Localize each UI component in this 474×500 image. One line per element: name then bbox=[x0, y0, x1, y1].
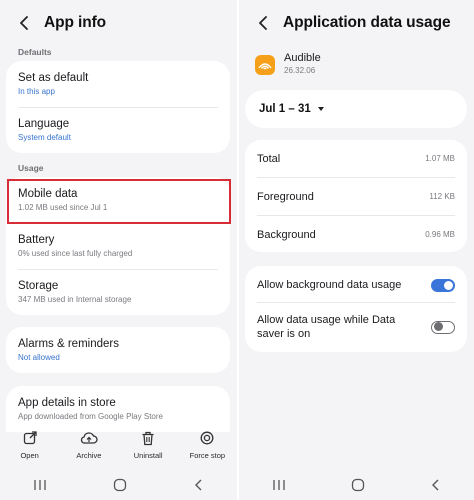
language-subtitle: System default bbox=[18, 133, 71, 142]
date-range-label: Jul 1 – 31 bbox=[259, 103, 311, 115]
data-permissions-card: Allow background data usage Allow data u… bbox=[245, 266, 467, 352]
force-stop-button[interactable]: Force stop bbox=[179, 430, 235, 466]
storage-title: Storage bbox=[18, 280, 59, 292]
total-usage-row: Total 1.07 MB bbox=[245, 140, 467, 177]
app-info-header: App info bbox=[0, 10, 237, 36]
dropdown-caret-icon bbox=[317, 107, 324, 111]
background-value: 0.96 MB bbox=[425, 230, 455, 239]
set-as-default-subtitle: In this app bbox=[18, 87, 55, 96]
total-label: Total bbox=[257, 152, 281, 165]
archive-button[interactable]: Archive bbox=[61, 430, 117, 466]
recent-apps-icon[interactable] bbox=[272, 479, 286, 491]
toggle-knob bbox=[444, 280, 453, 290]
back-nav-icon[interactable] bbox=[431, 479, 441, 491]
alarms-subtitle: Not allowed bbox=[18, 353, 60, 362]
data-saver-toggle-row[interactable]: Allow data usage while Data saver is on bbox=[257, 312, 455, 342]
data-usage-header: Application data usage bbox=[239, 10, 474, 36]
background-data-toggle-row[interactable]: Allow background data usage bbox=[257, 276, 455, 294]
section-label-defaults: Defaults bbox=[18, 47, 52, 57]
back-button[interactable] bbox=[255, 15, 271, 31]
archive-label: Archive bbox=[76, 451, 102, 460]
foreground-label: Foreground bbox=[257, 190, 314, 203]
system-nav-bar bbox=[0, 475, 237, 495]
cloud-upload-icon bbox=[80, 432, 98, 444]
bottom-action-bar: Open Archive Uninstall Force stop bbox=[0, 430, 237, 466]
total-value: 1.07 MB bbox=[425, 154, 455, 163]
usage-summary-card: Total 1.07 MB Foreground 112 KB Backgrou… bbox=[245, 140, 467, 252]
uninstall-label: Uninstall bbox=[133, 451, 163, 460]
app-version: 26.32.06 bbox=[284, 66, 316, 75]
open-external-icon bbox=[23, 431, 37, 445]
page-title: App info bbox=[44, 14, 107, 31]
date-range-selector[interactable]: Jul 1 – 31 bbox=[245, 90, 467, 128]
back-arrow-icon bbox=[259, 16, 267, 30]
battery-title: Battery bbox=[18, 234, 55, 246]
app-info-screen: App info Defaults Set as default In this… bbox=[0, 0, 237, 500]
force-stop-label: Force stop bbox=[189, 451, 226, 460]
open-label: Open bbox=[20, 451, 39, 460]
foreground-value: 112 KB bbox=[429, 192, 455, 201]
battery-item[interactable]: Battery 0% used since last fully charged bbox=[6, 234, 230, 258]
recent-apps-icon[interactable] bbox=[33, 479, 47, 491]
trash-icon bbox=[142, 431, 154, 445]
app-details-store-item[interactable]: App details in store App downloaded from… bbox=[6, 397, 230, 421]
open-button[interactable]: Open bbox=[2, 430, 58, 466]
back-nav-icon[interactable] bbox=[194, 479, 204, 491]
language-title: Language bbox=[18, 118, 70, 130]
section-label-usage: Usage bbox=[18, 163, 44, 173]
home-icon[interactable] bbox=[113, 478, 127, 492]
data-saver-toggle[interactable] bbox=[431, 320, 455, 334]
home-icon[interactable] bbox=[351, 478, 365, 492]
set-as-default-title: Set as default bbox=[18, 72, 89, 84]
audible-icon bbox=[255, 55, 275, 75]
storage-item[interactable]: Storage 347 MB used in Internal storage bbox=[6, 280, 230, 304]
background-usage-row: Background 0.96 MB bbox=[245, 216, 467, 253]
language-item[interactable]: Language System default bbox=[6, 118, 230, 142]
application-data-usage-screen: Application data usage Audible 26.32.06 … bbox=[239, 0, 474, 500]
page-title: Application data usage bbox=[283, 14, 451, 31]
background-label: Background bbox=[257, 228, 316, 241]
app-name: Audible bbox=[284, 52, 321, 64]
set-as-default-item[interactable]: Set as default In this app bbox=[6, 72, 230, 96]
defaults-card: Set as default In this app Language Syst… bbox=[6, 61, 230, 153]
foreground-usage-row: Foreground 112 KB bbox=[245, 178, 467, 215]
system-nav-bar bbox=[239, 475, 474, 495]
divider bbox=[257, 302, 455, 303]
mobile-data-highlight bbox=[7, 179, 231, 224]
data-saver-label: Allow data usage while Data saver is on bbox=[257, 314, 396, 340]
background-data-toggle[interactable] bbox=[431, 278, 455, 292]
alarms-reminders-item[interactable]: Alarms & reminders Not allowed bbox=[6, 338, 230, 362]
storage-subtitle: 347 MB used in Internal storage bbox=[18, 295, 132, 304]
back-button[interactable] bbox=[16, 15, 32, 31]
app-details-subtitle: App downloaded from Google Play Store bbox=[18, 412, 163, 421]
app-header: Audible 26.32.06 bbox=[255, 52, 321, 75]
alarms-card: Alarms & reminders Not allowed bbox=[6, 327, 230, 373]
uninstall-button[interactable]: Uninstall bbox=[120, 430, 176, 466]
background-data-label: Allow background data usage bbox=[257, 279, 402, 291]
force-stop-icon bbox=[200, 431, 214, 445]
battery-subtitle: 0% used since last fully charged bbox=[18, 249, 133, 258]
store-card: App details in store App downloaded from… bbox=[6, 386, 230, 432]
divider bbox=[18, 269, 218, 270]
alarms-title: Alarms & reminders bbox=[18, 338, 119, 350]
toggle-knob bbox=[433, 322, 443, 331]
divider bbox=[18, 107, 218, 108]
app-details-title: App details in store bbox=[18, 397, 116, 409]
back-arrow-icon bbox=[20, 16, 28, 30]
